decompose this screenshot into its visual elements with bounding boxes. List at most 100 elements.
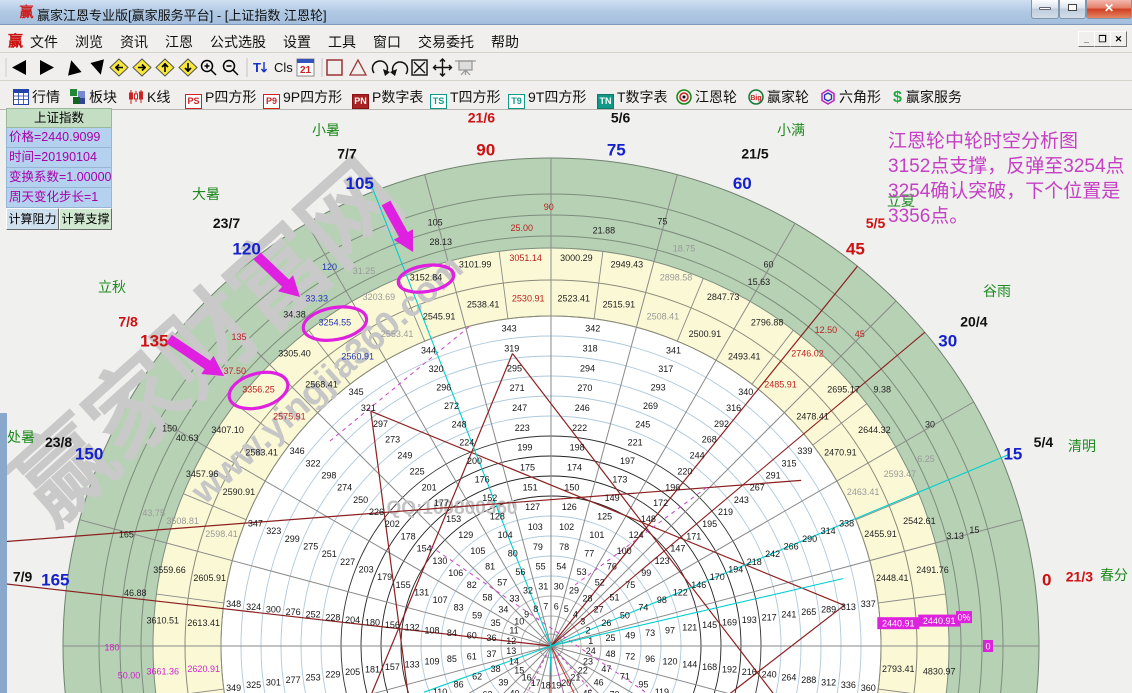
svg-text:50.00: 50.00 — [118, 671, 141, 681]
svg-text:3152点支撑，反弹至3254点: 3152点支撑，反弹至3254点 — [888, 155, 1125, 177]
svg-text:193: 193 — [742, 615, 757, 625]
svg-text:274: 274 — [337, 483, 352, 493]
svg-text:47: 47 — [601, 664, 611, 674]
svg-text:85: 85 — [447, 654, 457, 664]
svg-text:37.50: 37.50 — [224, 366, 247, 376]
svg-text:45: 45 — [582, 689, 592, 693]
svg-text:172: 172 — [653, 498, 668, 508]
svg-text:20/4: 20/4 — [960, 314, 987, 330]
svg-text:80: 80 — [508, 549, 518, 559]
svg-text:198: 198 — [570, 443, 585, 453]
svg-text:178: 178 — [401, 531, 416, 541]
svg-text:45: 45 — [846, 239, 865, 258]
svg-text:174: 174 — [567, 463, 582, 473]
svg-text:2575.91: 2575.91 — [273, 412, 306, 422]
svg-text:323: 323 — [266, 526, 281, 536]
svg-text:90: 90 — [544, 202, 554, 212]
svg-text:5/5: 5/5 — [866, 215, 886, 231]
svg-text:170: 170 — [710, 572, 725, 582]
svg-text:218: 218 — [747, 557, 762, 567]
svg-text:小满: 小满 — [777, 122, 805, 138]
svg-text:145: 145 — [702, 620, 717, 630]
svg-text:2590.91: 2590.91 — [223, 487, 256, 497]
svg-text:3407.10: 3407.10 — [211, 425, 244, 435]
svg-text:288: 288 — [801, 675, 816, 685]
svg-text:151: 151 — [523, 482, 538, 492]
svg-text:157: 157 — [385, 662, 400, 672]
svg-text:2538.41: 2538.41 — [467, 300, 500, 310]
svg-text:336: 336 — [841, 680, 856, 690]
svg-text:360: 360 — [861, 683, 876, 693]
svg-text:25.00: 25.00 — [511, 223, 534, 233]
svg-text:2542.61: 2542.61 — [903, 516, 936, 526]
svg-text:127: 127 — [525, 502, 540, 512]
svg-text:173: 173 — [612, 475, 627, 485]
svg-text:296: 296 — [436, 382, 451, 392]
svg-text:192: 192 — [722, 665, 737, 675]
svg-text:4830.97: 4830.97 — [923, 666, 956, 676]
svg-text:341: 341 — [666, 345, 681, 355]
svg-text:202: 202 — [385, 519, 400, 529]
svg-text:121: 121 — [682, 623, 697, 633]
svg-text:150: 150 — [162, 424, 177, 434]
svg-text:90: 90 — [476, 140, 495, 159]
svg-text:2448.41: 2448.41 — [876, 573, 909, 583]
svg-text:204: 204 — [345, 615, 360, 625]
svg-text:28.13: 28.13 — [430, 237, 453, 247]
svg-text:86: 86 — [454, 679, 464, 689]
svg-text:48: 48 — [605, 649, 615, 659]
svg-text:79: 79 — [533, 542, 543, 552]
svg-text:2500.91: 2500.91 — [689, 329, 722, 339]
svg-text:337: 337 — [861, 599, 876, 609]
svg-text:148: 148 — [641, 514, 656, 524]
svg-text:21/5: 21/5 — [741, 146, 768, 162]
svg-text:30: 30 — [554, 582, 564, 592]
svg-text:2949.43: 2949.43 — [611, 260, 644, 270]
svg-text:270: 270 — [577, 383, 592, 393]
svg-text:5: 5 — [564, 604, 569, 614]
svg-text:处暑: 处暑 — [7, 429, 35, 445]
svg-text:38: 38 — [491, 664, 501, 674]
svg-text:立秋: 立秋 — [98, 279, 126, 295]
svg-text:110: 110 — [433, 687, 447, 693]
svg-text:319: 319 — [504, 344, 519, 354]
svg-text:95: 95 — [638, 679, 648, 689]
svg-text:105: 105 — [346, 174, 374, 193]
svg-text:216: 216 — [742, 667, 757, 677]
svg-text:3305.40: 3305.40 — [278, 349, 311, 359]
svg-text:100: 100 — [617, 546, 632, 556]
svg-text:253: 253 — [306, 672, 321, 682]
svg-text:176: 176 — [475, 475, 490, 485]
svg-text:295: 295 — [507, 363, 522, 373]
svg-text:17: 17 — [531, 678, 541, 688]
svg-text:106: 106 — [448, 568, 463, 578]
svg-text:200: 200 — [467, 456, 482, 466]
svg-text:春分: 春分 — [1100, 567, 1128, 583]
svg-text:249: 249 — [397, 451, 412, 461]
svg-text:2455.91: 2455.91 — [864, 529, 897, 539]
svg-text:45: 45 — [855, 329, 865, 339]
svg-text:59: 59 — [472, 610, 482, 620]
svg-text:250: 250 — [353, 495, 368, 505]
svg-text:52: 52 — [595, 578, 605, 588]
svg-text:62: 62 — [472, 672, 482, 682]
svg-text:78: 78 — [559, 542, 569, 552]
svg-text:2793.41: 2793.41 — [882, 664, 915, 674]
svg-text:小暑: 小暑 — [312, 122, 340, 138]
svg-text:171: 171 — [686, 531, 701, 541]
svg-text:316: 316 — [726, 403, 741, 413]
svg-text:23/8: 23/8 — [45, 434, 72, 450]
svg-text:8: 8 — [533, 604, 538, 614]
svg-text:322: 322 — [305, 458, 320, 468]
svg-text:146: 146 — [691, 580, 706, 590]
svg-text:221: 221 — [628, 438, 643, 448]
svg-text:97: 97 — [665, 625, 675, 635]
svg-text:268: 268 — [702, 435, 717, 445]
svg-text:50: 50 — [620, 610, 630, 620]
svg-text:2605.91: 2605.91 — [193, 573, 226, 583]
svg-text:276: 276 — [286, 607, 301, 617]
svg-text:29: 29 — [569, 586, 579, 596]
svg-text:2493.41: 2493.41 — [728, 352, 761, 362]
svg-text:34.38: 34.38 — [283, 310, 306, 320]
svg-text:2508.41: 2508.41 — [647, 312, 680, 322]
